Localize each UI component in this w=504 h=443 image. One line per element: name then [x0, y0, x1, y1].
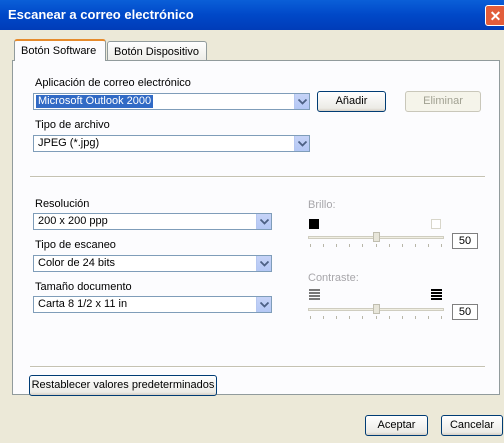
email-app-label: Aplicación de correo electrónico: [35, 77, 191, 89]
resolution-label: Resolución: [35, 198, 90, 210]
file-type-value: JPEG (*.jpg): [38, 137, 100, 149]
slider-tick: [349, 244, 350, 247]
brightness-slider[interactable]: [306, 232, 446, 248]
slider-tick: [415, 316, 416, 319]
slider-tick: [415, 244, 416, 247]
restore-defaults-button[interactable]: Restablecer valores predeterminados: [29, 375, 217, 396]
slider-tick: [441, 244, 442, 247]
slider-tick: [349, 316, 350, 319]
slider-tick: [389, 244, 390, 247]
add-button[interactable]: Añadir: [317, 91, 386, 112]
doc-size-select[interactable]: Carta 8 1/2 x 11 in: [33, 296, 272, 313]
separator: [30, 176, 485, 178]
slider-tick: [336, 244, 337, 247]
doc-size-value: Carta 8 1/2 x 11 in: [38, 298, 128, 310]
slider-ticks: [310, 316, 442, 320]
scan-type-label: Tipo de escaneo: [35, 239, 116, 251]
tab-label: Botón Software: [21, 45, 97, 57]
title-bar: Escanear a correo electrónico ✕: [0, 0, 504, 30]
tab-label: Botón Dispositivo: [114, 46, 199, 58]
resolution-select[interactable]: 200 x 200 ppp: [33, 213, 272, 230]
separator: [30, 366, 485, 368]
ok-button[interactable]: Aceptar: [365, 415, 428, 436]
tab-device-button[interactable]: Botón Dispositivo: [107, 41, 207, 61]
slider-thumb[interactable]: [373, 232, 380, 242]
chevron-down-icon: [256, 256, 271, 271]
slider-tick: [402, 244, 403, 247]
slider-tick: [376, 244, 377, 247]
slider-tick: [362, 316, 363, 319]
low-contrast-icon: [309, 289, 320, 300]
slider-tick: [428, 244, 429, 247]
scan-type-select[interactable]: Color de 24 bits: [33, 255, 272, 272]
brightness-value[interactable]: 50: [452, 233, 478, 249]
chevron-down-icon: [256, 297, 271, 312]
contrast-value[interactable]: 50: [452, 304, 478, 320]
slider-tick: [376, 316, 377, 319]
contrast-slider[interactable]: [306, 304, 446, 320]
doc-size-label: Tamaño documento: [35, 281, 132, 293]
slider-tick: [336, 316, 337, 319]
slider-tick: [323, 316, 324, 319]
email-app-value: Microsoft Outlook 2000: [36, 95, 154, 108]
slider-tick: [310, 316, 311, 319]
slider-tick: [310, 244, 311, 247]
cancel-button[interactable]: Cancelar: [441, 415, 503, 436]
slider-tick: [428, 316, 429, 319]
file-type-label: Tipo de archivo: [35, 119, 110, 131]
slider-ticks: [310, 244, 442, 248]
remove-button[interactable]: Eliminar: [405, 91, 481, 112]
slider-tick: [362, 244, 363, 247]
chevron-down-icon: [256, 214, 271, 229]
tab-software-button[interactable]: Botón Software: [14, 39, 106, 61]
close-button[interactable]: ✕: [485, 5, 504, 26]
scan-type-value: Color de 24 bits: [38, 257, 116, 269]
slider-tick: [389, 316, 390, 319]
chevron-down-icon: [294, 136, 309, 151]
contrast-label: Contraste:: [308, 272, 359, 284]
slider-tick: [323, 244, 324, 247]
email-app-select[interactable]: Microsoft Outlook 2000: [33, 93, 310, 110]
close-icon: ✕: [489, 8, 502, 24]
chevron-down-icon: [294, 94, 309, 109]
brightness-label: Brillo:: [308, 199, 336, 211]
resolution-value: 200 x 200 ppp: [38, 215, 108, 227]
slider-tick: [402, 316, 403, 319]
dialog-window: Escanear a correo electrónico ✕ Botón So…: [0, 0, 504, 443]
high-contrast-icon: [431, 289, 442, 300]
slider-tick: [441, 316, 442, 319]
window-title: Escanear a correo electrónico: [8, 7, 194, 22]
dark-square-icon: [309, 219, 319, 229]
slider-thumb[interactable]: [373, 304, 380, 314]
file-type-select[interactable]: JPEG (*.jpg): [33, 135, 310, 152]
light-square-icon: [431, 219, 441, 229]
